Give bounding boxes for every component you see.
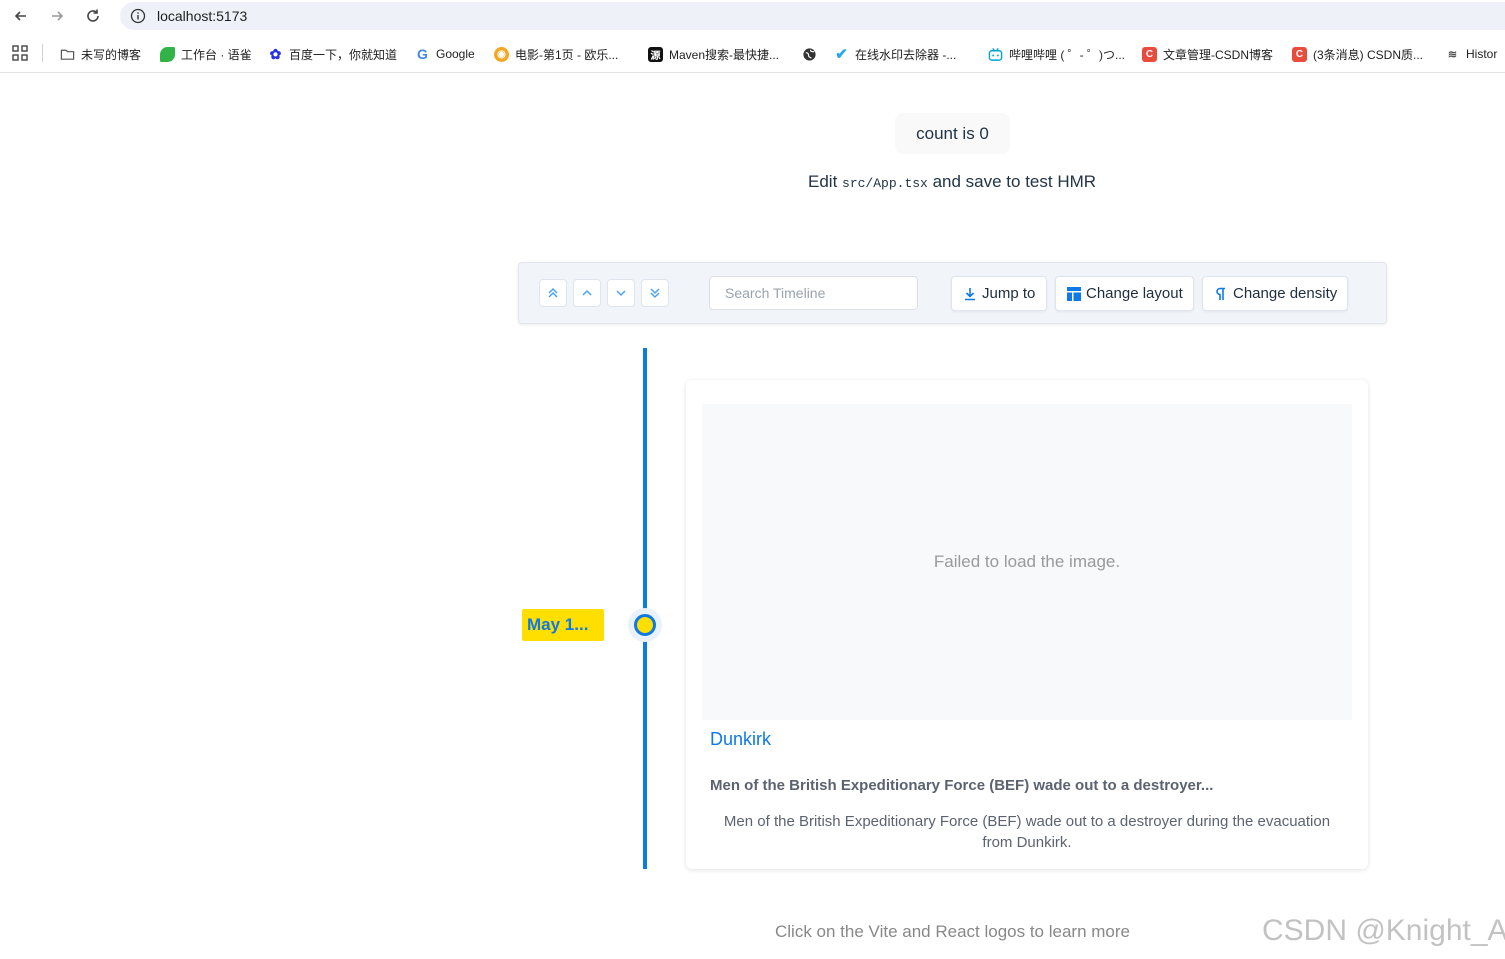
bookmark-label: Google [436,47,475,61]
folder-icon [60,49,75,60]
bookmark-item[interactable]: G Google [415,45,475,63]
maven-icon: 源 [648,46,663,62]
bookmark-label: 电影-第1页 - 欧乐... [515,47,619,62]
hmr-hint-file: src/App.tsx [842,176,928,191]
bookmark-item[interactable]: ✿ 百度一下，你就知道 [268,45,397,63]
hmr-hint: Edit src/App.tsx and save to test HMR [808,172,1096,192]
jump-first-button[interactable] [539,279,567,307]
bookmark-item[interactable]: 哔哩哔哩 ( ゜- ゜)つ... [988,45,1125,63]
back-icon[interactable] [8,4,34,28]
card-text: Men of the British Expeditionary Force (… [723,813,1331,851]
movie-icon: ◉ [494,46,509,62]
jump-to-label: Jump to [982,285,1036,302]
globe-icon [803,47,816,61]
bookmark-item[interactable]: 未写的博客 [60,45,141,63]
download-icon [962,286,978,302]
url-field[interactable]: localhost:5173 [120,2,1505,30]
bookmark-label: 在线水印去除器 -... [855,47,957,62]
bookmarks-separator [42,44,43,62]
csdn-icon: C [1292,46,1307,62]
google-icon: G [417,46,428,62]
bookmark-item[interactable]: ≋ Histor [1445,45,1497,63]
csdn-icon: C [1142,46,1157,62]
forward-icon[interactable] [44,4,70,28]
change-density-button[interactable]: Change density [1202,276,1348,311]
bookmark-label: Maven搜索-最快捷... [669,47,780,62]
history-icon: ≋ [1447,48,1458,61]
bookmark-label: 文章管理-CSDN博客 [1163,47,1273,62]
bookmark-label: Histor [1466,47,1498,61]
bookmark-label: 百度一下，你就知道 [289,47,398,62]
card-media: Failed to load the image. [702,404,1352,720]
hmr-hint-suffix: and save to test HMR [927,172,1097,191]
bookmark-item[interactable] [802,45,823,63]
bookmark-label: (3条消息) CSDN质... [1313,47,1424,62]
chevrons-up-icon [548,287,558,298]
chevrons-down-icon [650,288,660,299]
change-density-label: Change density [1233,285,1338,302]
jump-last-button[interactable] [641,279,669,307]
card-title[interactable]: Dunkirk [710,729,771,750]
chevron-down-icon [616,290,626,297]
bookmark-item[interactable]: C (3条消息) CSDN质... [1292,45,1423,63]
bookmark-item[interactable]: C 文章管理-CSDN博客 [1142,45,1273,63]
csdn-watermark: CSDN @Knight_AL [1262,914,1505,947]
card-subtitle: Men of the British Expeditionary Force (… [710,777,1214,794]
timeline-card[interactable]: Failed to load the image. Dunkirk Men of… [686,380,1368,869]
previous-button[interactable] [573,279,601,307]
bookmark-item[interactable]: ✔ 在线水印去除器 -... [834,45,956,63]
count-button[interactable]: count is 0 [895,113,1010,154]
jump-to-button[interactable]: Jump to [951,276,1047,311]
baidu-icon: ✿ [269,45,282,62]
layout-icon [1066,286,1082,302]
yuque-icon [160,46,175,62]
chevron-up-icon [582,289,592,296]
reload-icon[interactable] [80,4,106,28]
hmr-hint-prefix: Edit [808,172,843,191]
browser-address-bar: localhost:5173 [0,0,1505,33]
paragraph-icon [1213,286,1229,302]
change-layout-button[interactable]: Change layout [1055,276,1194,311]
read-the-docs: Click on the Vite and React logos to lea… [775,922,1130,941]
bilibili-icon [988,47,1003,61]
change-layout-label: Change layout [1086,285,1183,302]
bookmark-item[interactable]: 源 Maven搜索-最快捷... [648,45,779,63]
site-info-icon[interactable] [130,8,146,24]
timeline-toolbar: Jump to Change layout Change density [518,262,1387,324]
timeline-point[interactable] [634,614,656,636]
bookmark-label: 未写的博客 [81,47,142,62]
bookmark-item[interactable]: 工作台 · 语雀 [160,45,252,63]
bookmark-label: 工作台 · 语雀 [181,47,252,62]
search-timeline-input[interactable] [709,276,918,310]
timeline-date-label[interactable]: May 1... [522,609,604,641]
watermark-tool-icon: ✔ [835,46,848,63]
apps-grid-icon[interactable] [12,45,28,61]
bookmark-item[interactable]: ◉ 电影-第1页 - 欧乐... [494,45,618,63]
url-text: localhost:5173 [157,8,248,24]
bookmark-label: 哔哩哔哩 ( ゜- ゜)つ... [1009,47,1125,62]
next-button[interactable] [607,279,635,307]
media-error-text: Failed to load the image. [933,552,1121,571]
